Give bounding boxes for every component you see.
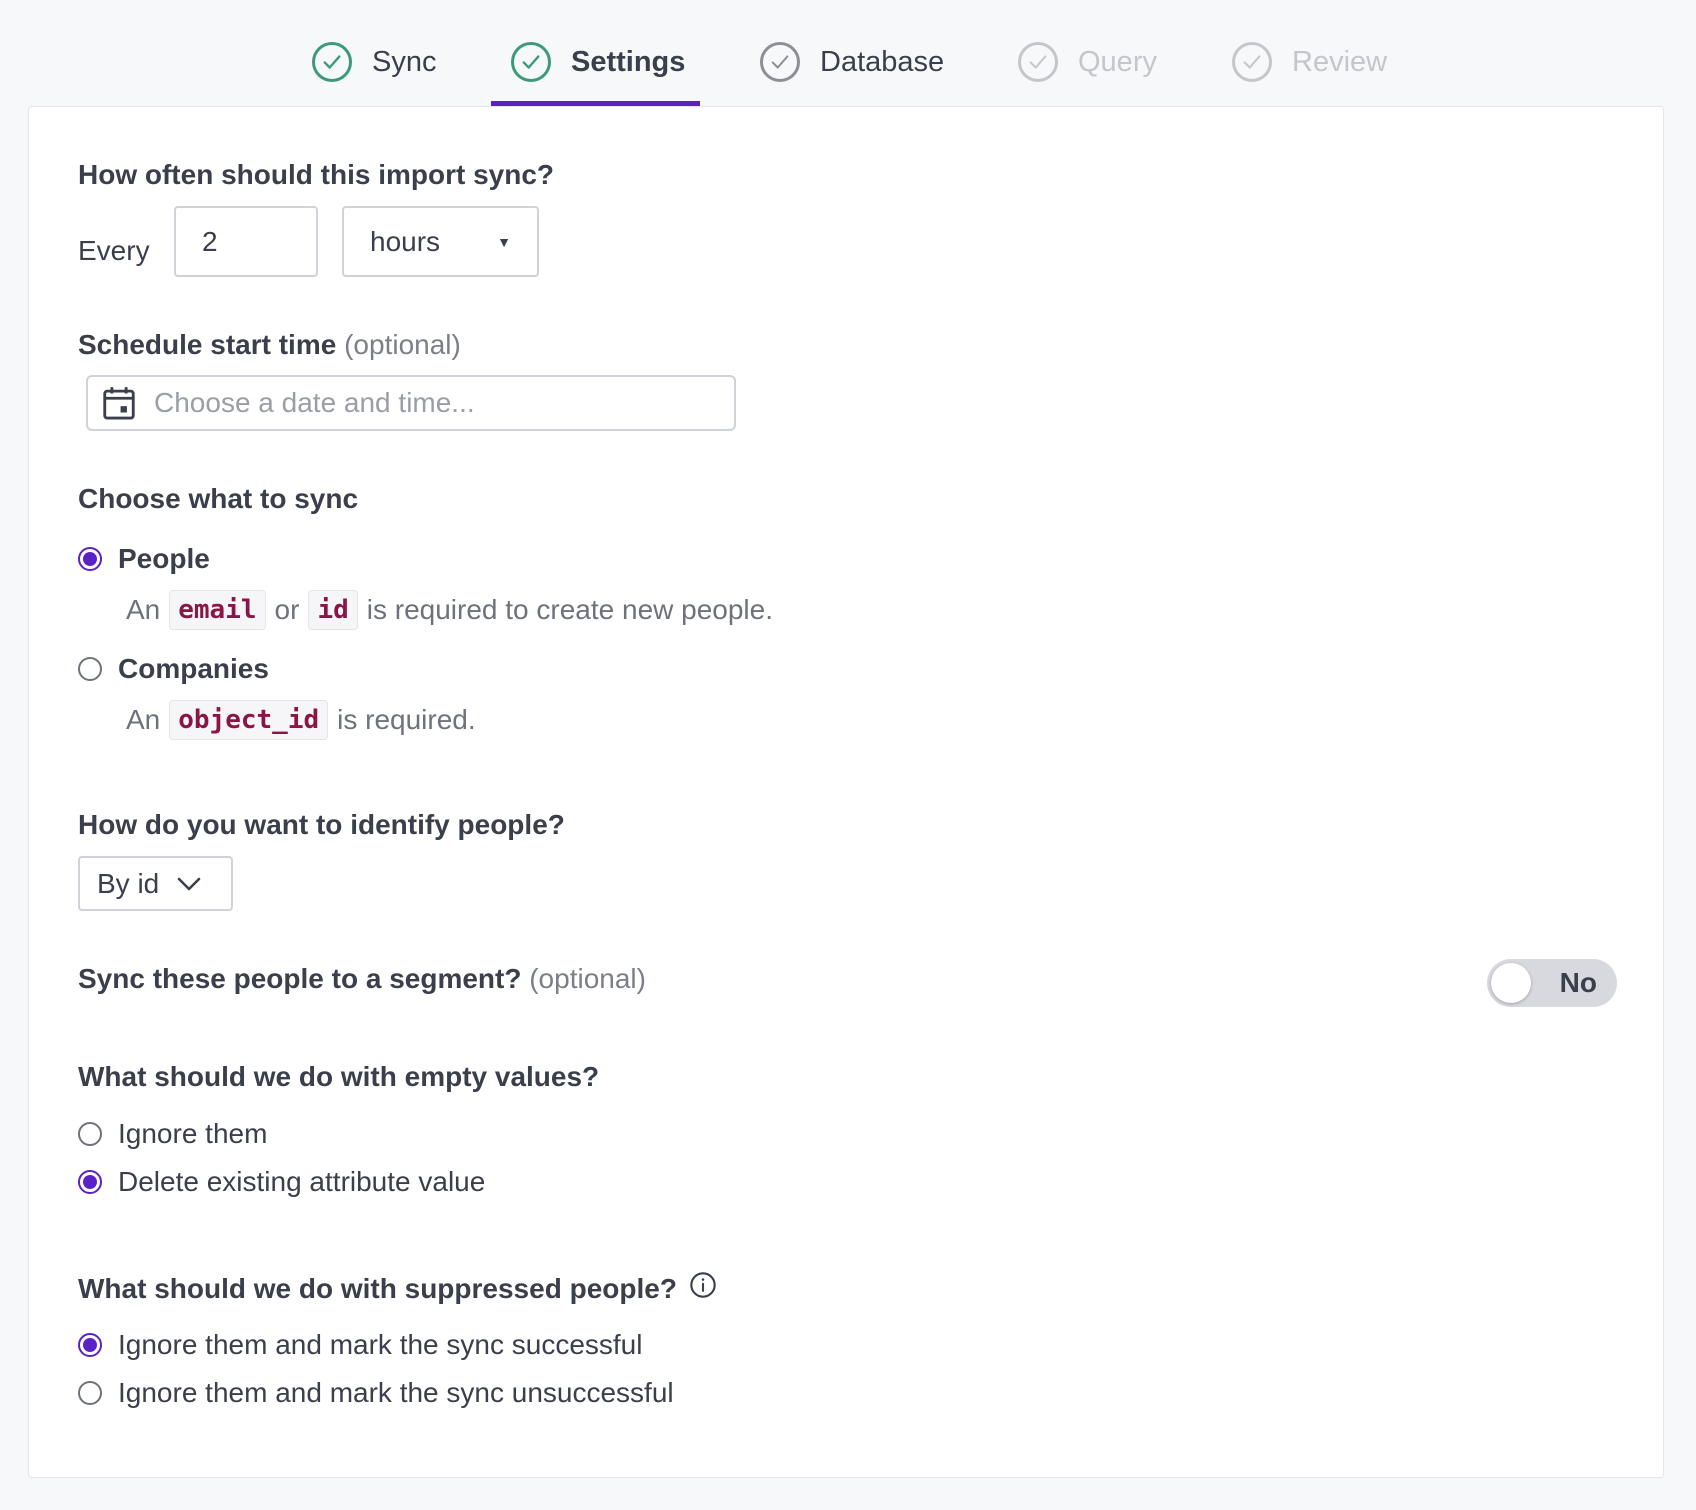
- chevron-down-icon: [177, 877, 201, 890]
- every-label: Every: [78, 235, 150, 266]
- suppressed-question-text: What should we do with suppressed people…: [78, 1273, 677, 1304]
- radio-button[interactable]: [78, 657, 102, 681]
- calendar-icon: [103, 387, 135, 420]
- companies-hint: An object_id is required.: [126, 700, 476, 740]
- frequency-question: How often should this import sync?: [78, 159, 554, 190]
- frequency-unit-select[interactable]: hours ▼: [342, 206, 539, 277]
- toggle-knob: [1491, 963, 1531, 1003]
- settings-card: How often should this import sync? Every…: [28, 106, 1664, 1478]
- step-label: Review: [1292, 45, 1388, 78]
- radio-option-companies[interactable]: Companies: [78, 653, 269, 685]
- code-id: id: [308, 590, 358, 630]
- option-label: People: [118, 543, 210, 574]
- step-label: Settings: [571, 45, 686, 78]
- identify-value: By id: [97, 867, 160, 899]
- option-label: Companies: [118, 653, 269, 684]
- check-circle-icon: [1018, 42, 1058, 82]
- radio-button[interactable]: [78, 1333, 102, 1357]
- suppressed-question: What should we do with suppressed people…: [78, 1271, 717, 1305]
- radio-option-people[interactable]: People: [78, 543, 210, 575]
- frequency-value: 2: [202, 225, 218, 257]
- check-circle-icon: [760, 42, 800, 82]
- check-circle-icon: [511, 42, 551, 82]
- step-sync[interactable]: Sync: [312, 38, 436, 86]
- toggle-label: No: [1559, 967, 1597, 998]
- optional-tag: (optional): [344, 329, 461, 360]
- check-circle-icon: [1232, 42, 1272, 82]
- segment-toggle[interactable]: No: [1487, 959, 1617, 1007]
- hint-text: is required.: [337, 704, 476, 735]
- option-label: Ignore them: [118, 1118, 268, 1149]
- radio-button[interactable]: [78, 1170, 102, 1194]
- hint-text: An: [126, 594, 161, 625]
- option-label: Ignore them and mark the sync successful: [118, 1329, 643, 1360]
- step-query[interactable]: Query: [1018, 38, 1157, 86]
- step-settings[interactable]: Settings: [511, 38, 685, 86]
- caret-down-icon: ▼: [497, 233, 511, 250]
- hint-text: An: [126, 704, 161, 735]
- option-label: Ignore them and mark the sync unsuccessf…: [118, 1377, 674, 1408]
- segment-question-text: Sync these people to a segment?: [78, 963, 522, 994]
- optional-tag: (optional): [529, 963, 646, 994]
- radio-option-delete[interactable]: Delete existing attribute value: [78, 1166, 485, 1198]
- step-review[interactable]: Review: [1232, 38, 1387, 86]
- segment-question: Sync these people to a segment? (optiona…: [78, 963, 646, 995]
- sync-target-question: Choose what to sync: [78, 483, 359, 514]
- hint-text: or: [274, 594, 300, 625]
- schedule-placeholder: Choose a date and time...: [154, 387, 475, 418]
- schedule-label: Schedule start time (optional): [78, 329, 461, 361]
- frequency-unit-value: hours: [370, 225, 441, 257]
- step-database[interactable]: Database: [760, 38, 944, 86]
- radio-option-mark-successful[interactable]: Ignore them and mark the sync successful: [78, 1329, 642, 1361]
- code-email: email: [169, 590, 266, 630]
- identify-question: How do you want to identify people?: [78, 809, 565, 840]
- info-icon[interactable]: [689, 1271, 717, 1299]
- option-label: Delete existing attribute value: [118, 1166, 486, 1197]
- radio-option-ignore[interactable]: Ignore them: [78, 1118, 267, 1150]
- radio-button[interactable]: [78, 547, 102, 571]
- radio-button[interactable]: [78, 1381, 102, 1405]
- step-label: Query: [1078, 45, 1157, 78]
- code-object-id: object_id: [169, 700, 329, 740]
- schedule-label-text: Schedule start time: [78, 329, 337, 360]
- stepper-tabs: Sync Settings Database Query Review: [0, 0, 1696, 107]
- frequency-value-input[interactable]: 2: [174, 206, 318, 277]
- identify-select[interactable]: By id: [78, 856, 233, 911]
- hint-text: is required to create new people.: [366, 594, 773, 625]
- step-label: Sync: [372, 45, 437, 78]
- schedule-date-input[interactable]: Choose a date and time...: [86, 375, 736, 431]
- radio-option-mark-unsuccessful[interactable]: Ignore them and mark the sync unsuccessf…: [78, 1377, 674, 1409]
- radio-button[interactable]: [78, 1122, 102, 1146]
- check-circle-icon: [312, 42, 352, 82]
- people-hint: An email or id is required to create new…: [126, 590, 773, 630]
- empty-values-question: What should we do with empty values?: [78, 1061, 600, 1092]
- step-label: Database: [820, 45, 945, 78]
